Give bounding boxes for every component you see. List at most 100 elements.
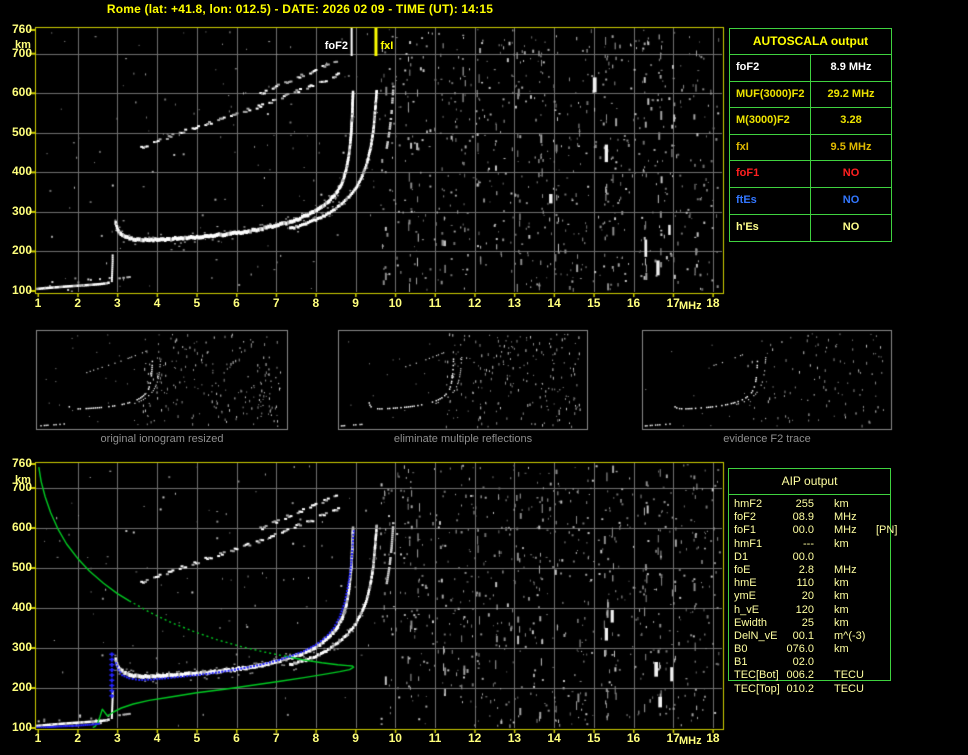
aip-row: hmF1 --- km	[734, 538, 890, 551]
aip-value: 255	[795, 498, 814, 510]
parameter-label: foF1	[730, 161, 811, 187]
km-unit-label: km	[15, 39, 31, 51]
x-tick-label: 5	[193, 731, 201, 745]
x-tick-label: 18	[706, 296, 720, 310]
aip-label: foF1	[734, 524, 757, 537]
aip-label: TEC[Bot]	[734, 669, 779, 682]
x-tick-label: 1	[34, 296, 42, 310]
y-tick-label: 400	[11, 600, 32, 614]
aip-label: h_vE	[734, 603, 760, 616]
autoscala-row: h'Es NO	[730, 214, 891, 242]
autoscala-row: foF2 8.9 MHz	[730, 55, 891, 82]
aip-unit: MHz	[834, 511, 857, 524]
aip-value: 00.0	[792, 524, 814, 537]
y-tick-label: 500	[11, 560, 32, 574]
aip-row: D1 00.0	[734, 551, 890, 564]
aip-unit: km	[834, 616, 849, 629]
x-tick-label: 4	[153, 731, 161, 745]
y-tick-label: 600	[11, 85, 32, 100]
autoscala-row: MUF(3000)F2 29.2 MHz	[730, 81, 891, 109]
parameter-value: 9.5 MHz	[830, 140, 872, 153]
aip-unit: MHz	[834, 563, 857, 576]
aip-label: Ewidth	[734, 616, 768, 629]
mhz-unit-label: MHz	[679, 300, 702, 312]
x-tick-label: 10	[388, 296, 402, 310]
autoscala-row: fxI 9.5 MHz	[730, 134, 891, 162]
aip-row: hmE 110 km	[734, 577, 890, 590]
parameter-label: fxI	[730, 134, 811, 161]
aip-value: 2.8	[798, 563, 814, 576]
aip-value: 00.1	[792, 629, 814, 642]
aip-row: DelN_vE 00.1 m^(-3)	[734, 630, 890, 643]
aip-row: h_vE 120 km	[734, 604, 890, 617]
fxi-marker-label: fxI	[380, 40, 394, 52]
x-tick-label: 14	[547, 731, 561, 745]
aip-unit: km	[834, 643, 849, 656]
x-tick-label: 7	[272, 731, 280, 745]
aip-extra: [PN]	[876, 524, 898, 537]
x-tick-label: 16	[626, 731, 641, 745]
aip-extra	[870, 564, 890, 577]
aip-label: TEC[Top]	[734, 682, 780, 695]
aip-value: 006.2	[786, 669, 814, 682]
x-tick-label: 13	[507, 731, 522, 745]
aip-row: Ewidth 25 km	[734, 617, 890, 630]
aip-output-table: AIP output hmF2 255 km foF2 08.9 MHz foF1 00.0 M…	[728, 468, 897, 695]
x-tick-label: 9	[352, 731, 359, 745]
aip-extra	[870, 604, 890, 617]
x-tick-label: 2	[74, 731, 82, 745]
station-title: Rome (lat: +41.8, lon: 012.5) - DATE: 20…	[106, 2, 494, 16]
autoscala-window: Rome (lat: +41.8, lon: 012.5) - DATE: 20…	[0, 0, 968, 755]
aip-label: foE	[734, 563, 751, 576]
aip-unit	[814, 656, 870, 669]
y-tick-label: 300	[11, 640, 32, 654]
aip-extra	[870, 577, 890, 590]
x-tick-label: 13	[507, 296, 522, 310]
parameter-label: ftEs	[730, 187, 811, 214]
aip-unit: km	[834, 577, 849, 590]
autoscala-row: M(3000)F2 3.28	[730, 108, 891, 135]
aip-unit: TECU	[834, 669, 864, 682]
thumbnail-caption-f2trace: evidence F2 trace	[723, 433, 811, 445]
x-tick-label: 8	[312, 731, 320, 745]
y-tick-label: 760	[11, 456, 32, 470]
x-tick-label: 16	[626, 296, 641, 310]
aip-extra	[870, 683, 890, 696]
y-tick-label: 200	[11, 243, 32, 258]
aip-extra	[870, 498, 890, 511]
aip-unit	[814, 551, 870, 564]
aip-table-title: AIP output	[729, 469, 890, 495]
y-tick-label: 600	[11, 520, 32, 534]
km-unit-label: km	[15, 474, 31, 486]
aip-label: hmF1	[734, 537, 763, 550]
aip-unit: km	[834, 498, 849, 510]
aip-row: ymE 20 km	[734, 590, 890, 603]
x-tick-label: 11	[428, 296, 442, 310]
parameter-label: MUF(3000)F2	[730, 81, 811, 108]
mhz-unit-label: MHz	[679, 735, 702, 747]
autoscala-table-rows: foF2 8.9 MHz MUF(3000)F2 29.2 MHz M(3000)F2 3…	[730, 55, 891, 242]
aip-row: TEC[Bot] 006.2 TECU	[734, 669, 890, 682]
x-tick-label: 18	[706, 731, 720, 745]
aip-row: TEC[Top] 010.2 TECU	[734, 683, 890, 696]
parameter-label: h'Es	[730, 214, 811, 242]
aip-extra	[870, 590, 890, 603]
aip-label: ymE	[734, 590, 756, 603]
aip-extra	[870, 538, 890, 551]
aip-extra	[870, 551, 890, 564]
x-tick-label: 10	[388, 731, 402, 745]
x-tick-label: 3	[114, 296, 121, 310]
aip-extra	[870, 617, 890, 630]
aip-unit: MHz	[834, 524, 857, 537]
y-tick-label: 100	[11, 720, 32, 734]
y-tick-label: 500	[11, 124, 32, 139]
parameter-label: M(3000)F2	[730, 108, 811, 134]
x-tick-label: 11	[428, 731, 442, 745]
parameter-value: NO	[842, 193, 860, 206]
y-tick-label: 300	[11, 203, 32, 218]
aip-extra	[870, 511, 890, 524]
aip-label: hmE	[734, 577, 757, 590]
aip-extra	[870, 656, 890, 669]
x-tick-label: 15	[587, 296, 601, 310]
x-tick-label: 9	[352, 296, 359, 310]
